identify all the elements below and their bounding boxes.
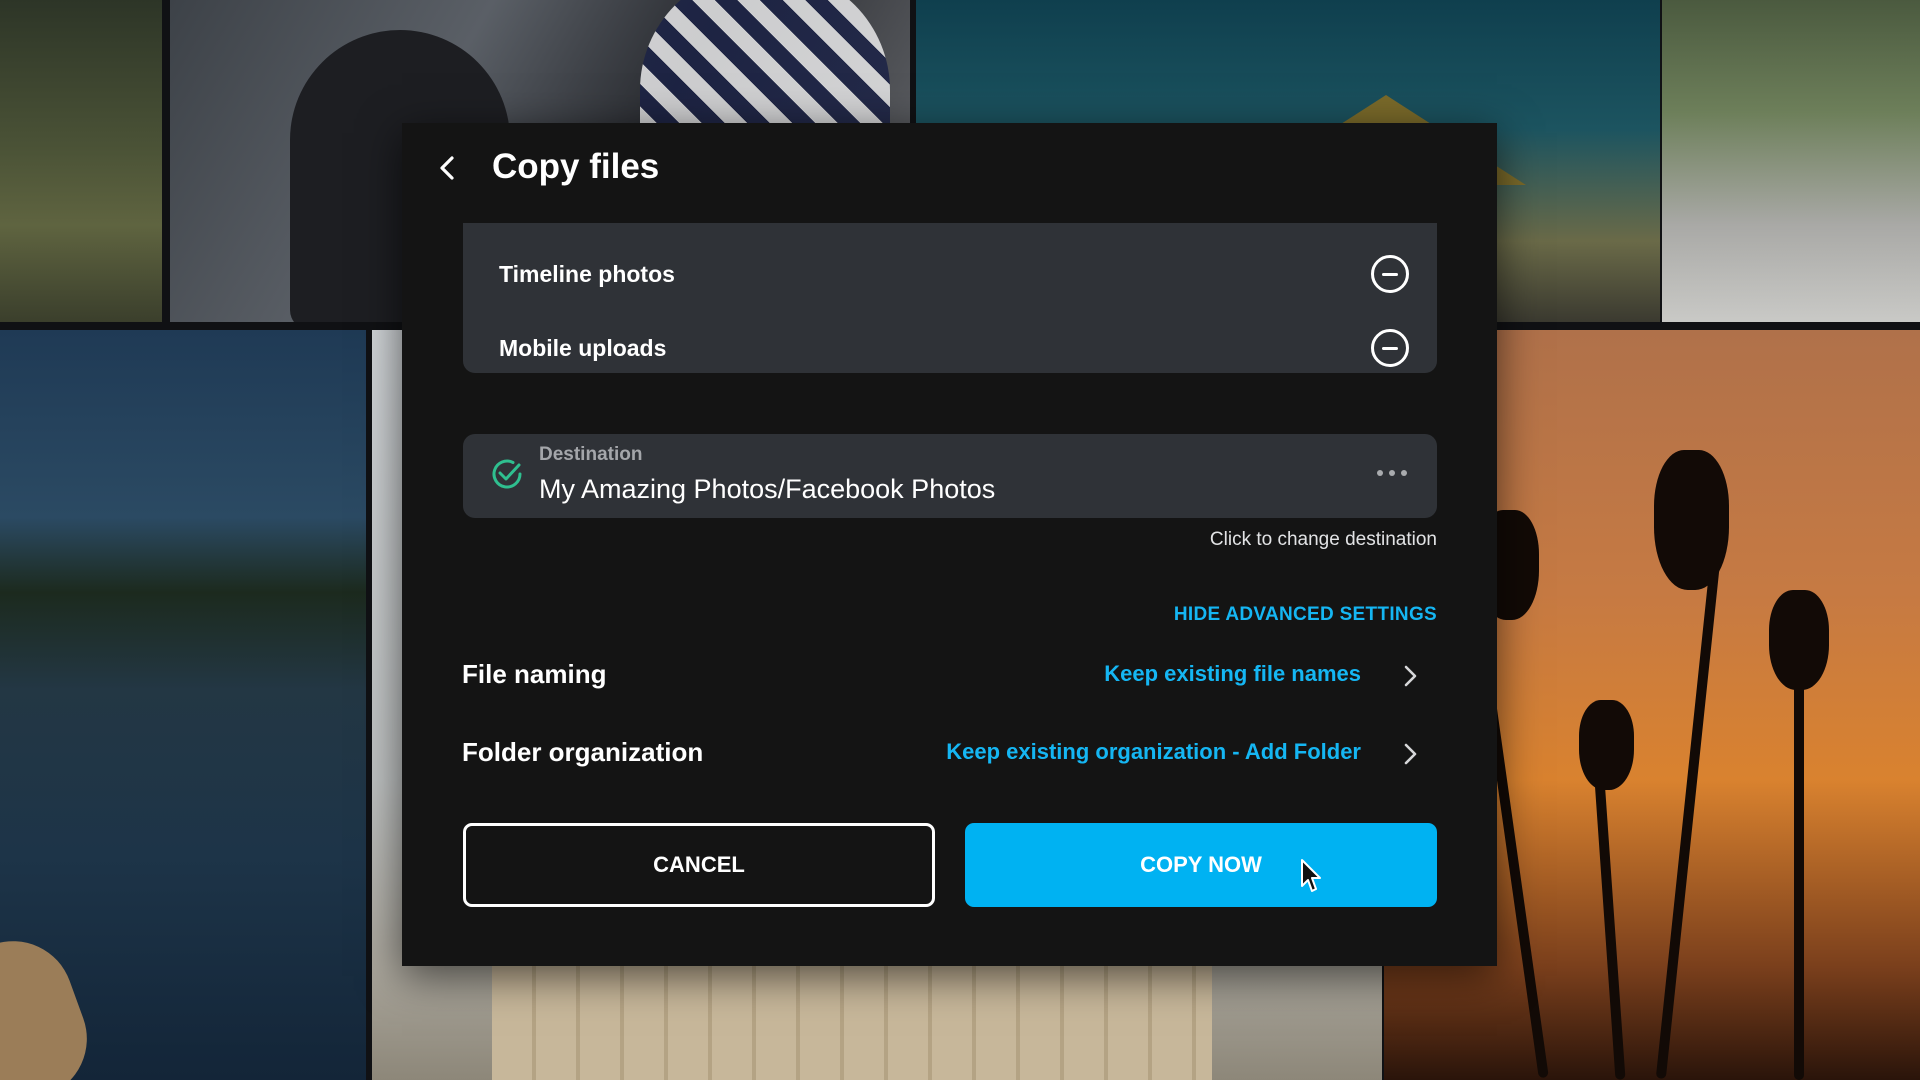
source-label: Mobile uploads [499, 335, 667, 361]
copy-files-dialog: Copy files Timeline photos Mobile upload… [402, 123, 1497, 966]
background-photo [1662, 0, 1920, 322]
cancel-button[interactable]: CANCEL [463, 823, 935, 907]
chevron-left-icon[interactable] [428, 148, 468, 188]
source-list: Timeline photos Mobile uploads [463, 223, 1437, 373]
setting-label: File naming [462, 659, 607, 689]
destination-selector[interactable]: Destination My Amazing Photos/Facebook P… [463, 434, 1437, 518]
copy-now-button[interactable]: COPY NOW [965, 823, 1437, 907]
check-circle-icon [492, 459, 522, 489]
dialog-title: Copy files [492, 147, 660, 186]
source-label: Timeline photos [499, 261, 675, 287]
background-photo [0, 330, 366, 1080]
folder-organization-setting[interactable]: Folder organization Keep existing organi… [462, 729, 1437, 777]
setting-value[interactable]: Keep existing file names [1104, 661, 1361, 687]
minus-circle-icon[interactable] [1371, 329, 1409, 367]
chevron-right-icon[interactable] [1401, 663, 1419, 689]
hide-advanced-settings-link[interactable]: HIDE ADVANCED SETTINGS [1174, 604, 1437, 626]
destination-label: Destination [539, 444, 643, 465]
file-naming-setting[interactable]: File naming Keep existing file names [462, 651, 1437, 699]
source-item: Mobile uploads [499, 327, 1409, 371]
chevron-right-icon[interactable] [1401, 741, 1419, 767]
minus-circle-icon[interactable] [1371, 255, 1409, 293]
setting-label: Folder organization [462, 737, 704, 767]
more-horizontal-icon[interactable] [1377, 470, 1407, 478]
destination-path: My Amazing Photos/Facebook Photos [539, 474, 996, 504]
setting-value[interactable]: Keep existing organization - Add Folder [946, 739, 1361, 765]
background-photo [0, 0, 162, 322]
source-item: Timeline photos [499, 253, 1409, 297]
destination-hint: Click to change destination [1209, 529, 1437, 550]
